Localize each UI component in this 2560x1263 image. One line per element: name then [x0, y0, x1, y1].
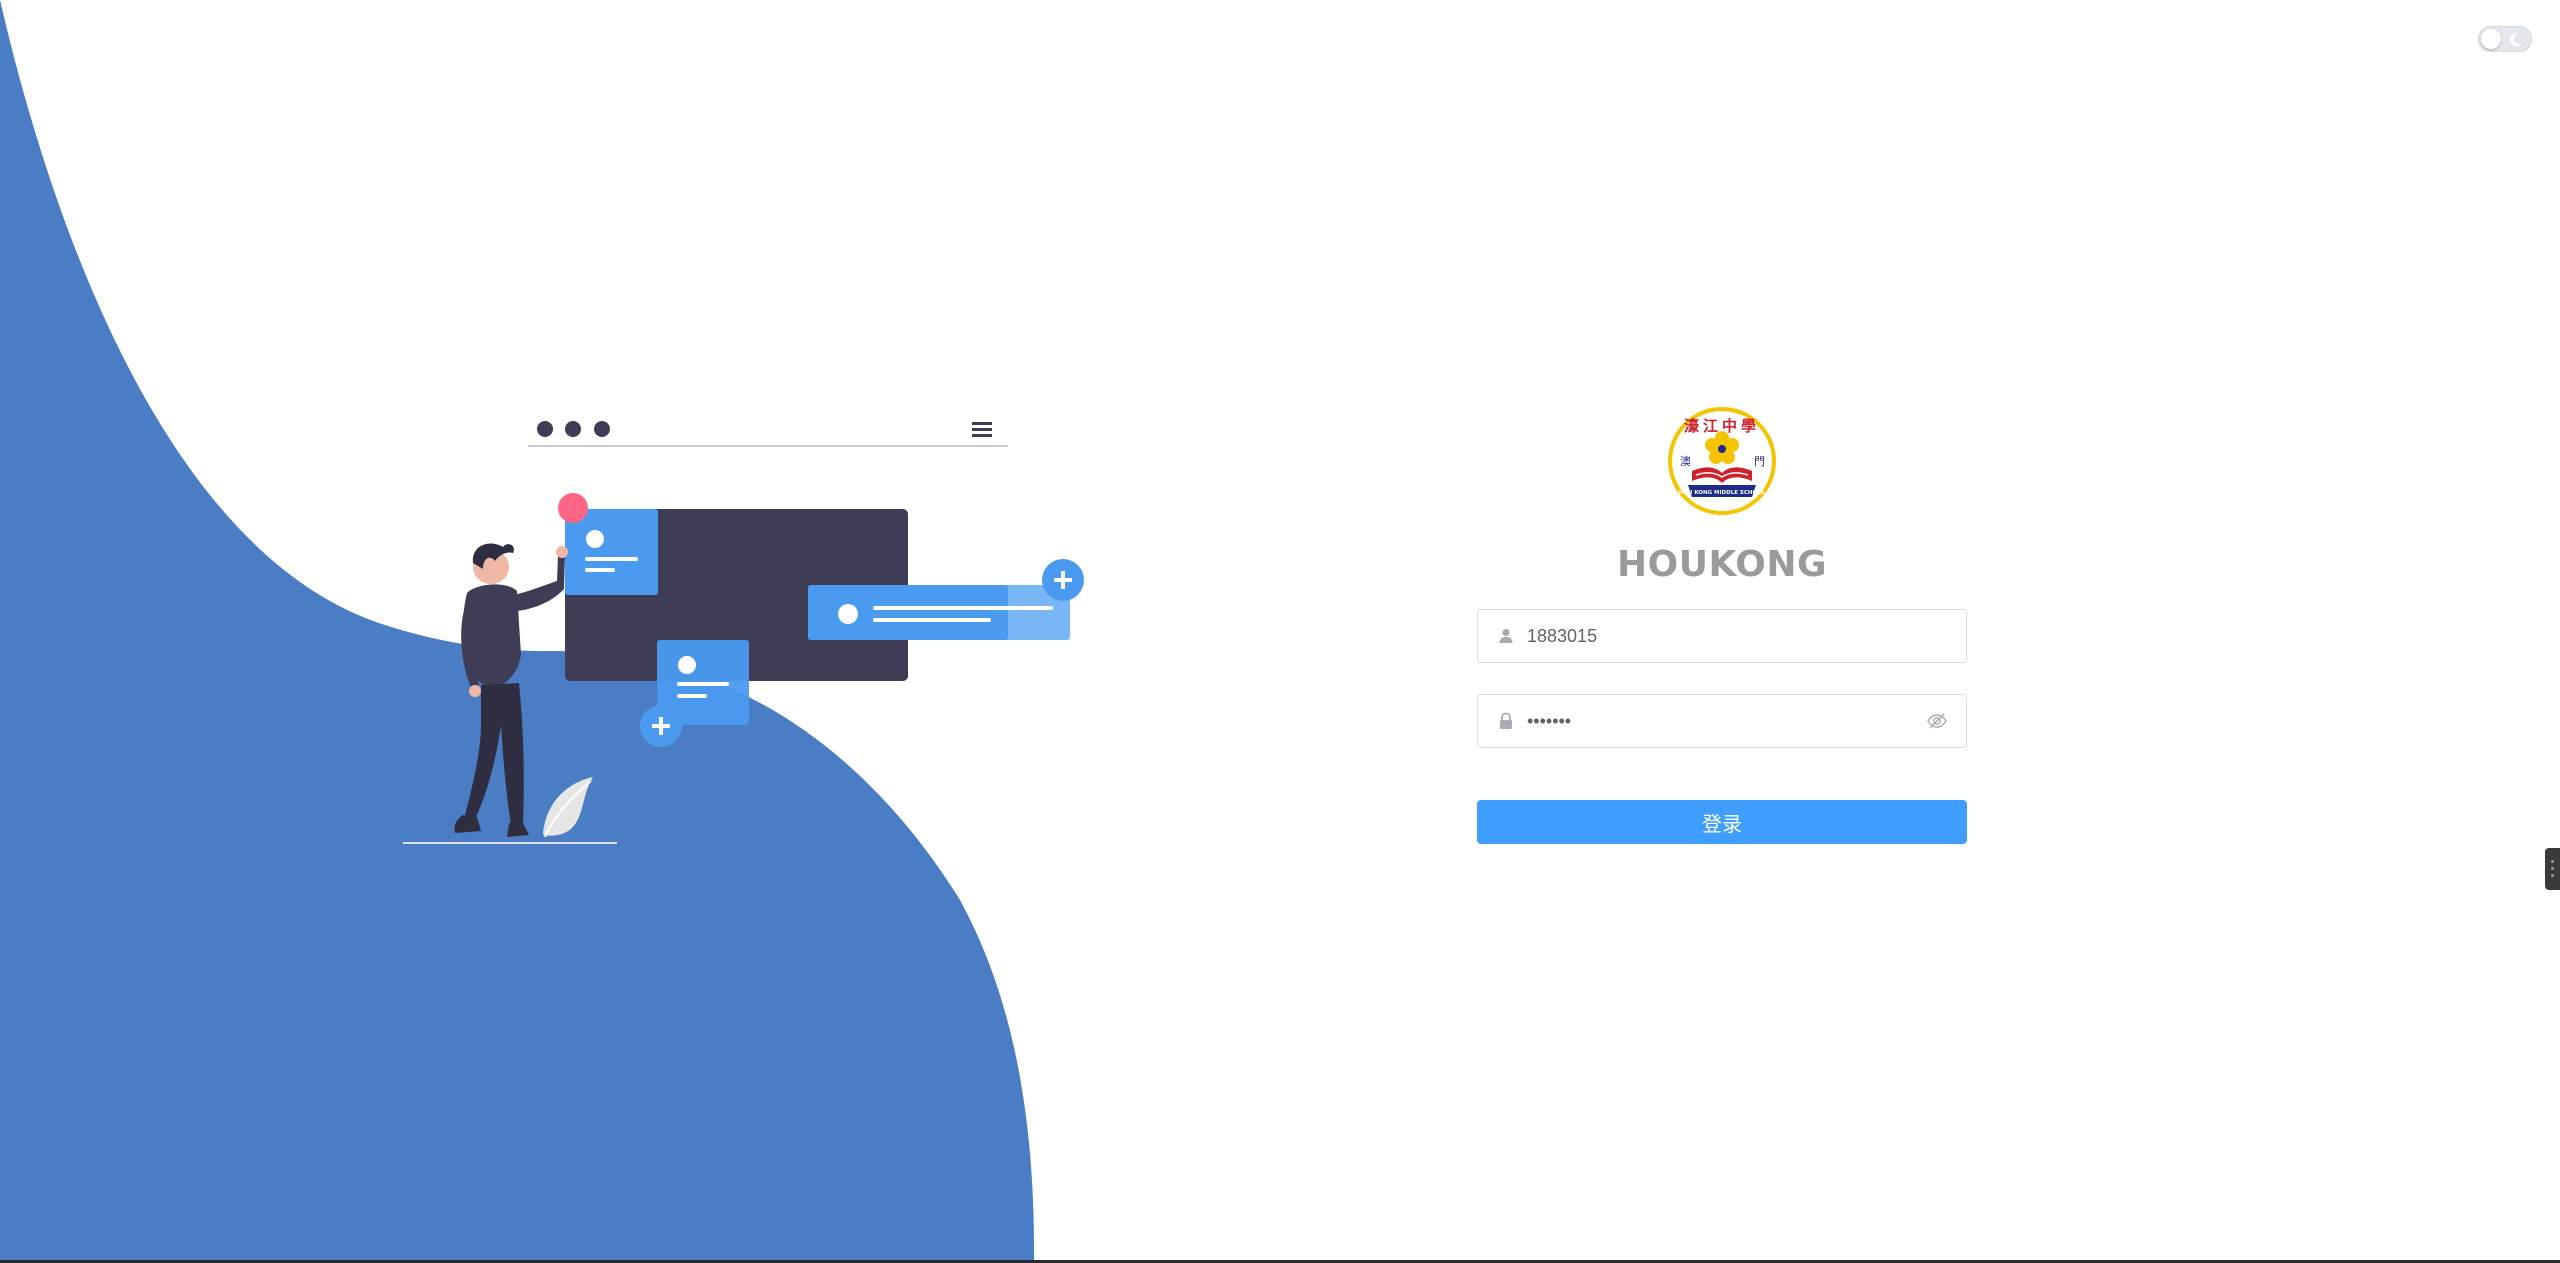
handle-dot — [2551, 874, 2554, 877]
logo-left-char: 澳 — [1680, 455, 1691, 468]
login-page: 濠江中學 澳 門 HOU KONG MIDDLE SCHOOL HOUKONG … — [0, 0, 2560, 1263]
window-dot — [565, 421, 581, 437]
logo-wrapper: 濠江中學 澳 門 HOU KONG MIDDLE SCHOOL — [1477, 405, 1967, 517]
menu-icon — [972, 422, 992, 437]
login-button[interactable]: 登录 — [1477, 800, 1967, 844]
school-crest-logo: 濠江中學 澳 門 HOU KONG MIDDLE SCHOOL — [1668, 407, 1776, 515]
person-adding-cards-illustration — [403, 421, 1084, 844]
password-field[interactable] — [1477, 694, 1967, 748]
logo-right-char: 門 — [1754, 455, 1765, 468]
handle-dot — [2551, 867, 2554, 870]
username-input[interactable] — [1527, 610, 1966, 662]
username-field[interactable] — [1477, 609, 1967, 663]
brand-title: HOUKONG — [1616, 544, 1828, 585]
password-input[interactable] — [1527, 695, 1926, 747]
user-icon — [1499, 628, 1513, 643]
window-bar — [528, 421, 1008, 447]
handle-dot — [2551, 860, 2554, 863]
window-dot — [594, 421, 610, 437]
moon-icon — [2509, 32, 2522, 46]
toggle-knob — [2481, 29, 2501, 49]
eye-off-icon[interactable] — [1926, 710, 1948, 732]
background-wave — [0, 0, 1035, 1263]
profile-card — [565, 509, 658, 595]
person-figure — [454, 543, 568, 837]
window-dot — [537, 421, 553, 437]
logo-ribbon-text: HOU KONG MIDDLE SCHOOL — [1679, 490, 1766, 496]
drag-handle-icon[interactable] — [2545, 848, 2560, 890]
login-form: 濠江中學 澳 門 HOU KONG MIDDLE SCHOOL HOUKONG … — [1477, 405, 1967, 844]
notification-dot — [558, 493, 588, 523]
lock-icon — [1500, 712, 1512, 729]
theme-toggle[interactable] — [2478, 26, 2532, 52]
